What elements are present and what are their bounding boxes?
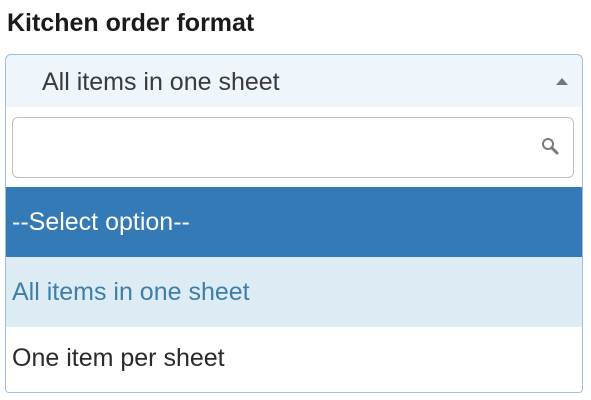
field-label: Kitchen order format: [7, 9, 255, 37]
select-current-value: All items in one sheet: [42, 68, 280, 96]
option-all-items-one-sheet[interactable]: All items in one sheet: [6, 257, 582, 327]
search-field[interactable]: [12, 117, 574, 178]
search-input[interactable]: [13, 118, 573, 177]
kitchen-order-format-select[interactable]: All items in one sheet: [5, 54, 583, 107]
option-select-placeholder[interactable]: --Select option--: [6, 187, 582, 257]
triangle-up-icon[interactable]: [556, 78, 568, 85]
dropdown-panel: --Select option-- All items in one sheet…: [5, 107, 583, 393]
option-one-item-per-sheet[interactable]: One item per sheet: [6, 327, 582, 392]
